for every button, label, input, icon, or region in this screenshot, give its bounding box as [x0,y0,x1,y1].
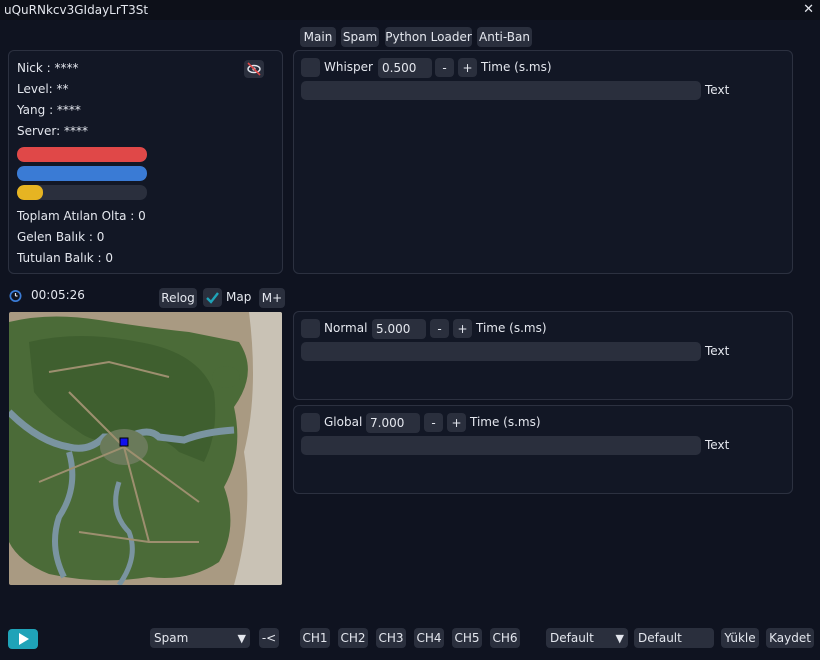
mp-bar-fill [17,166,147,181]
whisper-text-input[interactable] [301,81,701,100]
tab-python-loader[interactable]: Python Loader [385,27,472,47]
character-info-panel: Nick : **** Level: ** Yang : **** Server… [8,50,283,274]
tab-anti-ban[interactable]: Anti-Ban [477,27,532,47]
whisper-text-label: Text [705,83,730,97]
nick-text: Nick : **** [17,61,79,75]
normal-checkbox[interactable] [301,319,320,338]
whisper-decrement-button[interactable]: - [435,58,454,77]
channel-3-button[interactable]: CH3 [376,628,406,648]
global-label: Global [324,415,363,429]
global-text-input[interactable] [301,436,701,455]
player-marker [119,437,129,447]
map-checkbox[interactable] [203,288,222,307]
window-title: uQuRNkcv3GIdayLrT3St [4,3,149,17]
normal-increment-button[interactable]: + [453,319,472,338]
tab-spam[interactable]: Spam [341,27,379,47]
level-text: Level: ** [17,82,69,96]
normal-interval-input[interactable]: 5.000 [372,319,426,339]
whisper-checkbox[interactable] [301,58,320,77]
caret-down-icon: ▼ [237,632,246,645]
global-interval-input[interactable]: 7.000 [366,413,420,433]
clock-icon [8,288,23,303]
normal-text-label: Text [705,344,730,358]
yang-text: Yang : **** [17,103,81,117]
fish-caught-text: Tutulan Balık : 0 [17,251,114,265]
timer-text: 00:05:26 [31,288,85,302]
channel-6-button[interactable]: CH6 [490,628,520,648]
fish-arrived-text: Gelen Balık : 0 [17,230,105,244]
whisper-label: Whisper [324,60,373,74]
close-icon[interactable]: ✕ [803,2,814,17]
normal-text-input[interactable] [301,342,701,361]
exp-bar-fill [17,185,43,200]
profile-select[interactable]: Default ▼ [546,628,628,648]
relog-button[interactable]: Relog [159,288,197,308]
mode-select[interactable]: Spam ▼ [150,628,250,648]
map-plus-button[interactable]: M+ [259,288,285,308]
channel-4-button[interactable]: CH4 [414,628,444,648]
start-button[interactable] [8,629,38,649]
profile-name-input[interactable]: Default [634,628,714,648]
normal-label: Normal [324,321,368,335]
tab-main[interactable]: Main [300,27,336,47]
load-button[interactable]: Yükle [721,628,759,648]
caret-down-icon: ▼ [615,632,624,645]
mp-bar [17,166,147,181]
global-checkbox[interactable] [301,413,320,432]
map-checkbox-label: Map [226,290,252,304]
hide-eye-icon[interactable] [244,60,264,78]
whisper-interval-input[interactable]: 0.500 [378,58,432,78]
hp-bar [17,147,147,162]
global-text-label: Text [705,438,730,452]
play-icon [19,633,29,645]
total-casts-text: Toplam Atılan Olta : 0 [17,209,146,223]
exp-bar [17,185,147,200]
save-button[interactable]: Kaydet [766,628,814,648]
mode-select-value: Spam [154,631,189,645]
normal-time-label: Time (s.ms) [476,321,547,335]
check-icon [206,292,219,304]
back-button[interactable]: -< [259,628,279,648]
global-decrement-button[interactable]: - [424,413,443,432]
whisper-increment-button[interactable]: + [458,58,477,77]
channel-2-button[interactable]: CH2 [338,628,368,648]
normal-panel: Normal 5.000 - + Time (s.ms) Text [293,311,793,400]
channel-1-button[interactable]: CH1 [300,628,330,648]
normal-decrement-button[interactable]: - [430,319,449,338]
profile-select-value: Default [550,631,594,645]
global-increment-button[interactable]: + [447,413,466,432]
global-panel: Global 7.000 - + Time (s.ms) Text [293,405,793,494]
title-bar: uQuRNkcv3GIdayLrT3St ✕ [0,0,820,20]
whisper-time-label: Time (s.ms) [481,60,552,74]
server-text: Server: **** [17,124,88,138]
whisper-panel: Whisper 0.500 - + Time (s.ms) Text [293,50,793,274]
hp-bar-fill [17,147,147,162]
minimap[interactable] [9,312,282,585]
global-time-label: Time (s.ms) [470,415,541,429]
channel-5-button[interactable]: CH5 [452,628,482,648]
